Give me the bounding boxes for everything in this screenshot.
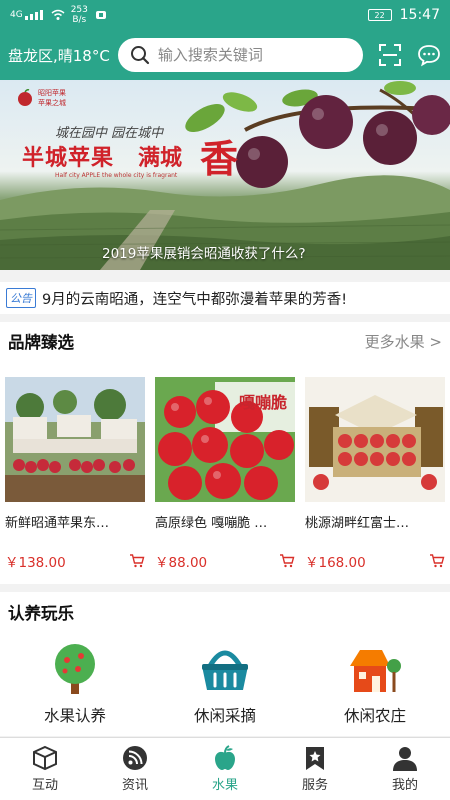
cart-icon[interactable] (429, 554, 445, 568)
tab-mine[interactable]: 我的 (360, 738, 450, 800)
farmhouse-icon (350, 650, 401, 692)
bottom-tab-bar: 互动 资讯 水果 服务 我的 (0, 737, 450, 800)
product-name: 高原绿色 嘎嘣脆 … (155, 516, 268, 531)
product-card[interactable]: 嘎嘣脆 高原绿色 嘎嘣脆 … ￥88.00 (155, 377, 295, 571)
chat-bubble-icon (418, 45, 441, 67)
leisure-farm-button[interactable]: 休闲农庄 (315, 642, 435, 726)
user-icon (393, 747, 417, 771)
rss-icon (123, 746, 147, 770)
status-bar: 4G 253 B/s 22 15:47 (0, 0, 450, 30)
product-image (305, 377, 445, 502)
scan-button[interactable] (377, 42, 402, 68)
adopt-and-play-section: 认养玩乐 水果认养 休闲采摘 休闲农庄 (0, 592, 450, 736)
basket-icon (202, 650, 248, 690)
location-weather[interactable]: 盘龙区,晴18°C (8, 45, 110, 66)
promo-banner[interactable]: 昭阳苹果 苹果之城 城在园中 园在城中 半城苹果 满城 香 Half city … (0, 80, 450, 270)
banner-logo: 昭阳苹果 苹果之城 (16, 88, 66, 108)
banner-title-part2: 满城 (138, 146, 183, 171)
brand-selection-section: 品牌臻选 更多水果 > 新鲜昭通苹果东… ￥138.00 嘎嘣脆 高原绿色 嘎嘣… (0, 322, 450, 584)
usb-icon (95, 11, 106, 19)
search-bar[interactable] (117, 38, 364, 72)
cart-icon[interactable] (129, 554, 145, 568)
banner-caption: 2019苹果展销会昭通收获了什么? (102, 246, 306, 262)
tab-service[interactable]: 服务 (270, 738, 360, 800)
apple-boxes-photo (5, 377, 145, 502)
scan-icon (378, 44, 401, 66)
more-fruits-link[interactable]: 更多水果 > (365, 331, 442, 352)
top-header: 盘龙区,晴18°C (0, 30, 450, 80)
product-image (5, 377, 145, 502)
message-button[interactable] (417, 42, 442, 68)
gift-box-photo (305, 377, 445, 502)
product-price: ￥88.00 (155, 555, 208, 571)
search-input[interactable] (157, 46, 348, 64)
star-bookmark-icon (306, 747, 324, 770)
apple-logo-icon (18, 89, 32, 106)
apple-icon (215, 745, 235, 770)
search-icon (130, 46, 149, 65)
product-name: 新鲜昭通苹果东… (5, 516, 110, 531)
wifi-icon (51, 9, 65, 20)
product-sign: 嘎嘣脆 (239, 393, 288, 412)
product-price: ￥168.00 (305, 555, 366, 571)
section-title: 品牌臻选 (8, 333, 74, 352)
play-item-label: 休闲采摘 (193, 707, 256, 725)
banner-slogan: 城在园中 园在城中 (55, 126, 164, 141)
battery-icon: 22 (367, 9, 392, 21)
tab-news[interactable]: 资讯 (90, 738, 180, 800)
tab-interact[interactable]: 互动 (0, 738, 90, 800)
product-name: 桃源湖畔红富士… (305, 516, 410, 531)
network-speed: 253 B/s (70, 5, 88, 25)
banner-title-part3: 香 (200, 136, 239, 181)
cart-icon[interactable] (279, 554, 295, 568)
announcement-tag: 公告 (6, 288, 36, 308)
clock-time: 15:47 (399, 7, 440, 23)
fruit-adoption-button[interactable]: 水果认养 (15, 642, 135, 726)
play-item-label: 水果认养 (43, 707, 106, 725)
announcement-text: 9月的云南昭通，连空气中都弥漫着苹果的芳香! (42, 291, 348, 308)
signal-icon (24, 10, 43, 20)
leisure-picking-button[interactable]: 休闲采摘 (165, 642, 285, 726)
play-item-label: 休闲农庄 (343, 707, 406, 725)
box-icon (33, 745, 57, 771)
announcement-bar[interactable]: 公告 9月的云南昭通，连空气中都弥漫着苹果的芳香! (0, 282, 450, 314)
network-type: 4G (10, 10, 23, 20)
tree-icon (55, 644, 95, 694)
banner-subtitle: Half city APPLE the whole city is fragra… (55, 172, 178, 179)
section-title: 认养玩乐 (8, 604, 74, 623)
product-image: 嘎嘣脆 (155, 377, 295, 502)
tab-fruit[interactable]: 水果 (180, 738, 270, 800)
product-price: ￥138.00 (5, 555, 66, 571)
product-card[interactable]: 新鲜昭通苹果东… ￥138.00 (5, 377, 145, 571)
product-card[interactable]: 桃源湖畔红富士… ￥168.00 (305, 377, 445, 571)
banner-title-part1: 半城苹果 (22, 146, 115, 171)
